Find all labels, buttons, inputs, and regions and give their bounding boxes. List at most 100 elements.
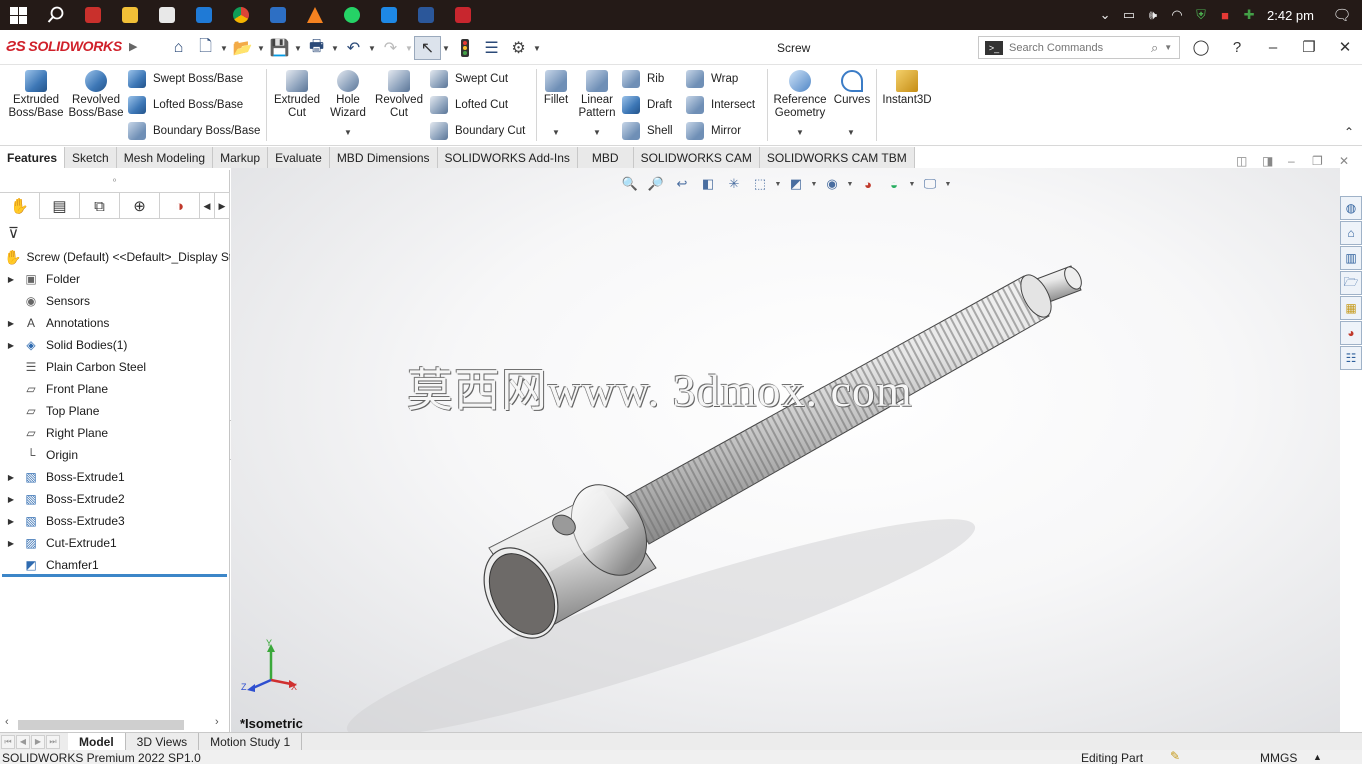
unit-system[interactable]: MMGS — [1260, 751, 1297, 764]
chevron-down-icon[interactable]: ▼ — [330, 44, 340, 53]
filter-icon[interactable]: ⊽ — [8, 224, 19, 242]
tab-solidworks-cam[interactable]: SOLIDWORKS CAM — [633, 147, 760, 168]
chevron-up-icon[interactable]: ▲ — [1313, 752, 1322, 762]
boundary-cut-button[interactable]: Boundary Cut — [430, 121, 525, 141]
wrap-button[interactable]: Wrap — [686, 69, 738, 89]
instant3d-button[interactable]: Instant3D — [880, 70, 934, 107]
collapse-ribbon-icon[interactable]: ⌃ — [1344, 125, 1354, 139]
volume-icon[interactable]: 🕪 — [1141, 7, 1165, 23]
restore-icon[interactable]: ❐ — [1295, 36, 1323, 58]
expand-arrow-icon[interactable]: ▶ — [0, 319, 22, 328]
tree-item[interactable]: ▶ ▧ Boss-Extrude2 — [0, 488, 230, 510]
chevron-right-icon[interactable]: ▶ — [215, 193, 230, 219]
mirror-button[interactable]: Mirror — [686, 121, 741, 141]
tab-motion-study-1[interactable]: Motion Study 1 — [199, 733, 303, 750]
vscode-icon[interactable] — [370, 0, 407, 30]
tree-item[interactable]: ▶ ▨ Cut-Extrude1 — [0, 532, 230, 554]
search-commands-input[interactable] — [1009, 41, 1149, 54]
menu-expand-arrow[interactable]: ▶ — [129, 40, 137, 53]
tree-root-part[interactable]: ✋ Screw (Default) <<Default>_Display St — [0, 246, 230, 268]
notification-icon[interactable]: 🗨 — [1330, 6, 1354, 24]
boundary-boss-button[interactable]: Boundary Boss/Base — [128, 121, 260, 141]
chevron-down-icon[interactable]: ▼ — [293, 44, 303, 53]
screw-model[interactable] — [231, 168, 1340, 732]
search-commands-box[interactable]: >_ ⌕ ▼ — [978, 36, 1180, 59]
tile-left-icon[interactable]: ◫ — [1236, 154, 1247, 168]
rollback-bar[interactable] — [2, 574, 227, 577]
chevron-down-icon[interactable]: ▼ — [593, 128, 601, 137]
rebuild-indicator-icon[interactable]: ✎ — [1170, 749, 1180, 763]
swept-boss-button[interactable]: Swept Boss/Base — [128, 69, 243, 89]
user-account-icon[interactable]: ◯ — [1187, 36, 1215, 58]
swept-cut-button[interactable]: Swept Cut — [430, 69, 508, 89]
tab-solidworks-add-ins[interactable]: SOLIDWORKS Add-Ins — [437, 147, 578, 168]
tree-item[interactable]: ▶ A Annotations — [0, 312, 230, 334]
save-icon[interactable]: 💾 — [266, 36, 293, 60]
whatsapp-icon[interactable] — [333, 0, 370, 30]
expand-arrow-icon[interactable]: ▶ — [0, 473, 22, 482]
tab-model[interactable]: Model — [68, 733, 126, 750]
tree-item[interactable]: ▱ Right Plane — [0, 422, 230, 444]
display-manager-tab-icon[interactable]: ◑ — [160, 193, 200, 219]
search-icon[interactable]: ⌕ — [1151, 40, 1158, 56]
chevron-down-icon[interactable]: ▼ — [796, 128, 804, 137]
chevron-left-icon[interactable]: ◀ — [200, 193, 215, 219]
tree-item[interactable]: ▱ Top Plane — [0, 400, 230, 422]
tab-3d-views[interactable]: 3D Views — [126, 733, 200, 750]
chevron-down-icon[interactable]: ▼ — [441, 44, 451, 53]
feature-manager-tab-icon[interactable]: ✋ — [0, 193, 40, 219]
tab-mesh-modeling[interactable]: Mesh Modeling — [116, 147, 214, 168]
expand-arrow-icon[interactable]: ▶ — [0, 495, 22, 504]
shield-icon[interactable]: ⛨ — [1189, 7, 1213, 23]
close-icon[interactable]: ✕ — [1331, 36, 1359, 58]
tree-item[interactable]: ◉ Sensors — [0, 290, 230, 312]
linear-pattern-button[interactable]: Linear Pattern — [576, 70, 618, 120]
chevron-down-icon[interactable]: ▼ — [367, 44, 377, 53]
extruded-cut-button[interactable]: Extruded Cut — [272, 70, 322, 120]
calendar-app-icon[interactable] — [74, 0, 111, 30]
tree-item[interactable]: ☰ Plain Carbon Steel — [0, 356, 230, 378]
search-icon[interactable] — [37, 0, 74, 30]
lofted-cut-button[interactable]: Lofted Cut — [430, 95, 508, 115]
tab-mbd-dimensions[interactable]: MBD Dimensions — [329, 147, 438, 168]
tree-item[interactable]: ▶ ◈ Solid Bodies(1) — [0, 334, 230, 356]
home-icon[interactable]: ⌂ — [1340, 221, 1362, 245]
expand-arrow-icon[interactable]: ▶ — [0, 275, 22, 284]
revolved-cut-button[interactable]: Revolved Cut — [374, 70, 424, 120]
hole-wizard-button[interactable]: Hole Wizard — [326, 70, 370, 120]
tree-item[interactable]: ▶ ▧ Boss-Extrude3 — [0, 510, 230, 532]
tree-item[interactable]: ▶ ▣ Folder — [0, 268, 230, 290]
property-manager-tab-icon[interactable]: ▤ — [40, 193, 80, 219]
tab-features[interactable]: Features — [0, 147, 66, 168]
chevron-up-icon[interactable]: ⌄ — [1093, 7, 1117, 23]
tab-evaluate[interactable]: Evaluate — [268, 147, 330, 168]
chevron-down-icon[interactable]: ▼ — [344, 128, 352, 137]
scrollbar-thumb[interactable] — [18, 720, 184, 730]
chevron-down-icon[interactable]: ▼ — [219, 44, 229, 53]
print-icon[interactable]: 🖶 — [303, 36, 330, 60]
tree-item[interactable]: ◩ Chamfer1 — [0, 554, 230, 576]
wifi-icon[interactable]: ◠ — [1165, 7, 1189, 23]
previous-tab-icon[interactable]: ◀ — [16, 734, 30, 749]
expand-arrow-icon[interactable]: ▶ — [0, 539, 22, 548]
custom-properties-icon[interactable]: ☷ — [1340, 346, 1362, 370]
chevron-right-icon[interactable]: › — [215, 716, 219, 728]
expand-arrow-icon[interactable]: ▶ — [0, 517, 22, 526]
fillet-button[interactable]: Fillet — [540, 70, 572, 107]
antivirus-icon[interactable]: ■ — [1213, 8, 1237, 23]
chevron-down-icon[interactable]: ▼ — [552, 128, 560, 137]
windows-start-icon[interactable] — [0, 0, 37, 30]
chevron-down-icon[interactable]: ▼ — [847, 128, 855, 137]
draft-button[interactable]: Draft — [622, 95, 672, 115]
chevron-down-icon[interactable]: ▼ — [404, 44, 414, 53]
first-tab-icon[interactable]: ⏮ — [1, 734, 15, 749]
viewport-restore-icon[interactable]: ❐ — [1312, 154, 1323, 168]
security-icon[interactable]: ✚ — [1237, 7, 1261, 23]
options-gear-icon[interactable]: ⚙ — [505, 36, 532, 60]
solidworks-taskbar-icon[interactable] — [444, 0, 481, 30]
redo-icon[interactable]: ↷ — [377, 36, 404, 60]
tree-item[interactable]: └ Origin — [0, 444, 230, 466]
dimxpert-manager-tab-icon[interactable]: ⊕ — [120, 193, 160, 219]
chevron-down-icon[interactable]: ▼ — [1164, 43, 1172, 52]
tab-solidworks-cam-tbm[interactable]: SOLIDWORKS CAM TBM — [759, 147, 915, 168]
